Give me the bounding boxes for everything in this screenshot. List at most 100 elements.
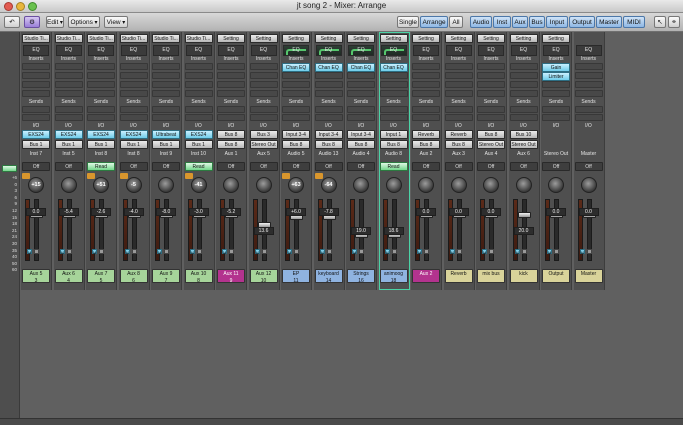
insert-slot[interactable] (314, 72, 343, 79)
track-name[interactable]: Aux 86 (119, 269, 148, 284)
insert-slot[interactable] (152, 81, 180, 88)
setting-button[interactable]: Setting (444, 34, 473, 43)
send-slot[interactable] (379, 106, 408, 113)
mute-button[interactable]: M (579, 249, 585, 255)
solo-button[interactable] (131, 249, 137, 254)
input-slot[interactable]: EXS24 (119, 130, 148, 139)
send-slot[interactable] (217, 114, 245, 121)
setting-button[interactable]: Setting (217, 34, 245, 43)
output-slot[interactable]: Bus 1 (184, 140, 213, 149)
mute-button[interactable]: M (27, 249, 32, 255)
insert-slot[interactable] (54, 81, 83, 88)
pan-knob[interactable] (223, 177, 239, 193)
input-slot[interactable]: Input 1 (379, 130, 408, 139)
link-button[interactable]: ⚙ (24, 16, 40, 28)
edit-menu[interactable]: Edit (46, 16, 64, 28)
pan-knob[interactable] (418, 177, 434, 193)
track-name[interactable]: Aux 2 (412, 269, 440, 283)
track-name[interactable]: Aux 11 9 (217, 269, 245, 284)
solo-button[interactable] (261, 249, 267, 254)
insert-slot[interactable] (477, 90, 505, 97)
solo-button[interactable] (586, 249, 592, 254)
send-slot[interactable] (314, 106, 343, 113)
track-name[interactable]: Aux 12 10 (249, 269, 278, 284)
input-slot[interactable]: Input 3-4 (314, 130, 343, 139)
input-slot[interactable]: EXS24 (22, 130, 50, 139)
send-slot[interactable] (119, 106, 148, 113)
insert-slot[interactable] (509, 81, 538, 88)
input-slot[interactable]: Bus 8 (217, 130, 245, 139)
automation-mode[interactable]: Off (282, 162, 310, 171)
insert-slot[interactable] (184, 72, 213, 79)
input-slot[interactable]: Reverb (412, 130, 440, 139)
track-name[interactable]: Aux 53 (22, 269, 50, 284)
solo-button[interactable] (99, 249, 104, 254)
view-mode-single[interactable]: Single (397, 16, 419, 28)
send-slot[interactable] (249, 106, 278, 113)
output-slot[interactable]: Bus 1 (119, 140, 148, 149)
output-slot[interactable]: Bus 1 (87, 140, 115, 149)
insert-slot[interactable] (347, 81, 375, 88)
insert-slot[interactable] (282, 72, 310, 79)
solo-button[interactable] (66, 249, 72, 254)
pan-knob[interactable] (548, 177, 564, 193)
send-slot[interactable] (444, 106, 473, 113)
track-name[interactable]: animoog 18 (379, 269, 408, 284)
solo-button[interactable] (554, 249, 559, 254)
track-name[interactable]: Strings 16 (347, 269, 375, 284)
track-name[interactable]: mix bus (477, 269, 505, 283)
send-slot[interactable] (347, 114, 375, 121)
send-slot[interactable] (444, 114, 473, 121)
send-slot[interactable] (152, 114, 180, 121)
input-slot[interactable]: Input 3-4 (347, 130, 375, 139)
output-slot[interactable]: Bus 1 (22, 140, 50, 149)
solo-button[interactable] (359, 249, 364, 254)
send-slot[interactable] (119, 114, 148, 121)
solo-button[interactable] (391, 249, 397, 254)
insert-slot[interactable] (87, 90, 115, 97)
send-slot[interactable] (184, 106, 213, 113)
insert-slot[interactable] (22, 72, 50, 79)
insert-slot[interactable] (152, 72, 180, 79)
insert-slot[interactable] (314, 81, 343, 88)
filter-master[interactable]: Master (596, 16, 622, 28)
input-slot[interactable]: Input 3-4 (282, 130, 310, 139)
pan-knob[interactable] (515, 177, 532, 193)
insert-slot[interactable] (412, 63, 440, 70)
link-icon[interactable]: ⚭ (668, 16, 680, 28)
filter-midi[interactable]: MIDI (623, 16, 645, 28)
output-slot[interactable]: Stereo Out (249, 140, 278, 149)
output-slot[interactable]: Stereo Out (477, 140, 505, 149)
insert-slot[interactable] (217, 81, 245, 88)
mute-button[interactable]: M (222, 249, 227, 255)
input-slot[interactable]: Bus 8 (477, 130, 505, 139)
track-name[interactable]: Reverb (444, 269, 473, 283)
setting-button[interactable]: Setting (412, 34, 440, 43)
insert-slot[interactable]: Limiter (542, 72, 570, 81)
send-slot[interactable] (509, 114, 538, 121)
filter-bus[interactable]: Bus (529, 16, 545, 28)
track-name[interactable]: Aux 75 (87, 269, 115, 284)
setting-button[interactable]: Setting (509, 34, 538, 43)
insert-slot[interactable] (87, 63, 115, 70)
output-slot[interactable]: Bus 8 (379, 140, 408, 149)
automation-mode[interactable]: Read (87, 162, 115, 171)
insert-slot[interactable] (87, 81, 115, 88)
insert-slot[interactable] (87, 72, 115, 79)
send-slot[interactable] (509, 106, 538, 113)
send-slot[interactable] (379, 114, 408, 121)
mute-button[interactable]: M (124, 249, 130, 255)
insert-slot[interactable] (217, 72, 245, 79)
insert-slot[interactable] (542, 81, 570, 88)
send-slot[interactable] (22, 106, 50, 113)
input-slot[interactable]: Bus 3 (249, 130, 278, 139)
pan-knob[interactable] (353, 177, 369, 193)
horizontal-scrollbar[interactable] (0, 418, 683, 425)
input-slot[interactable]: Ultrabeat (152, 130, 180, 139)
insert-slot[interactable] (22, 81, 50, 88)
setting-button[interactable]: Studio Ti... (184, 34, 213, 43)
mute-button[interactable]: M (254, 249, 260, 255)
setting-button[interactable]: Setting (347, 34, 375, 43)
insert-slot[interactable] (379, 72, 408, 79)
setting-button[interactable]: Studio Ti... (22, 34, 50, 43)
